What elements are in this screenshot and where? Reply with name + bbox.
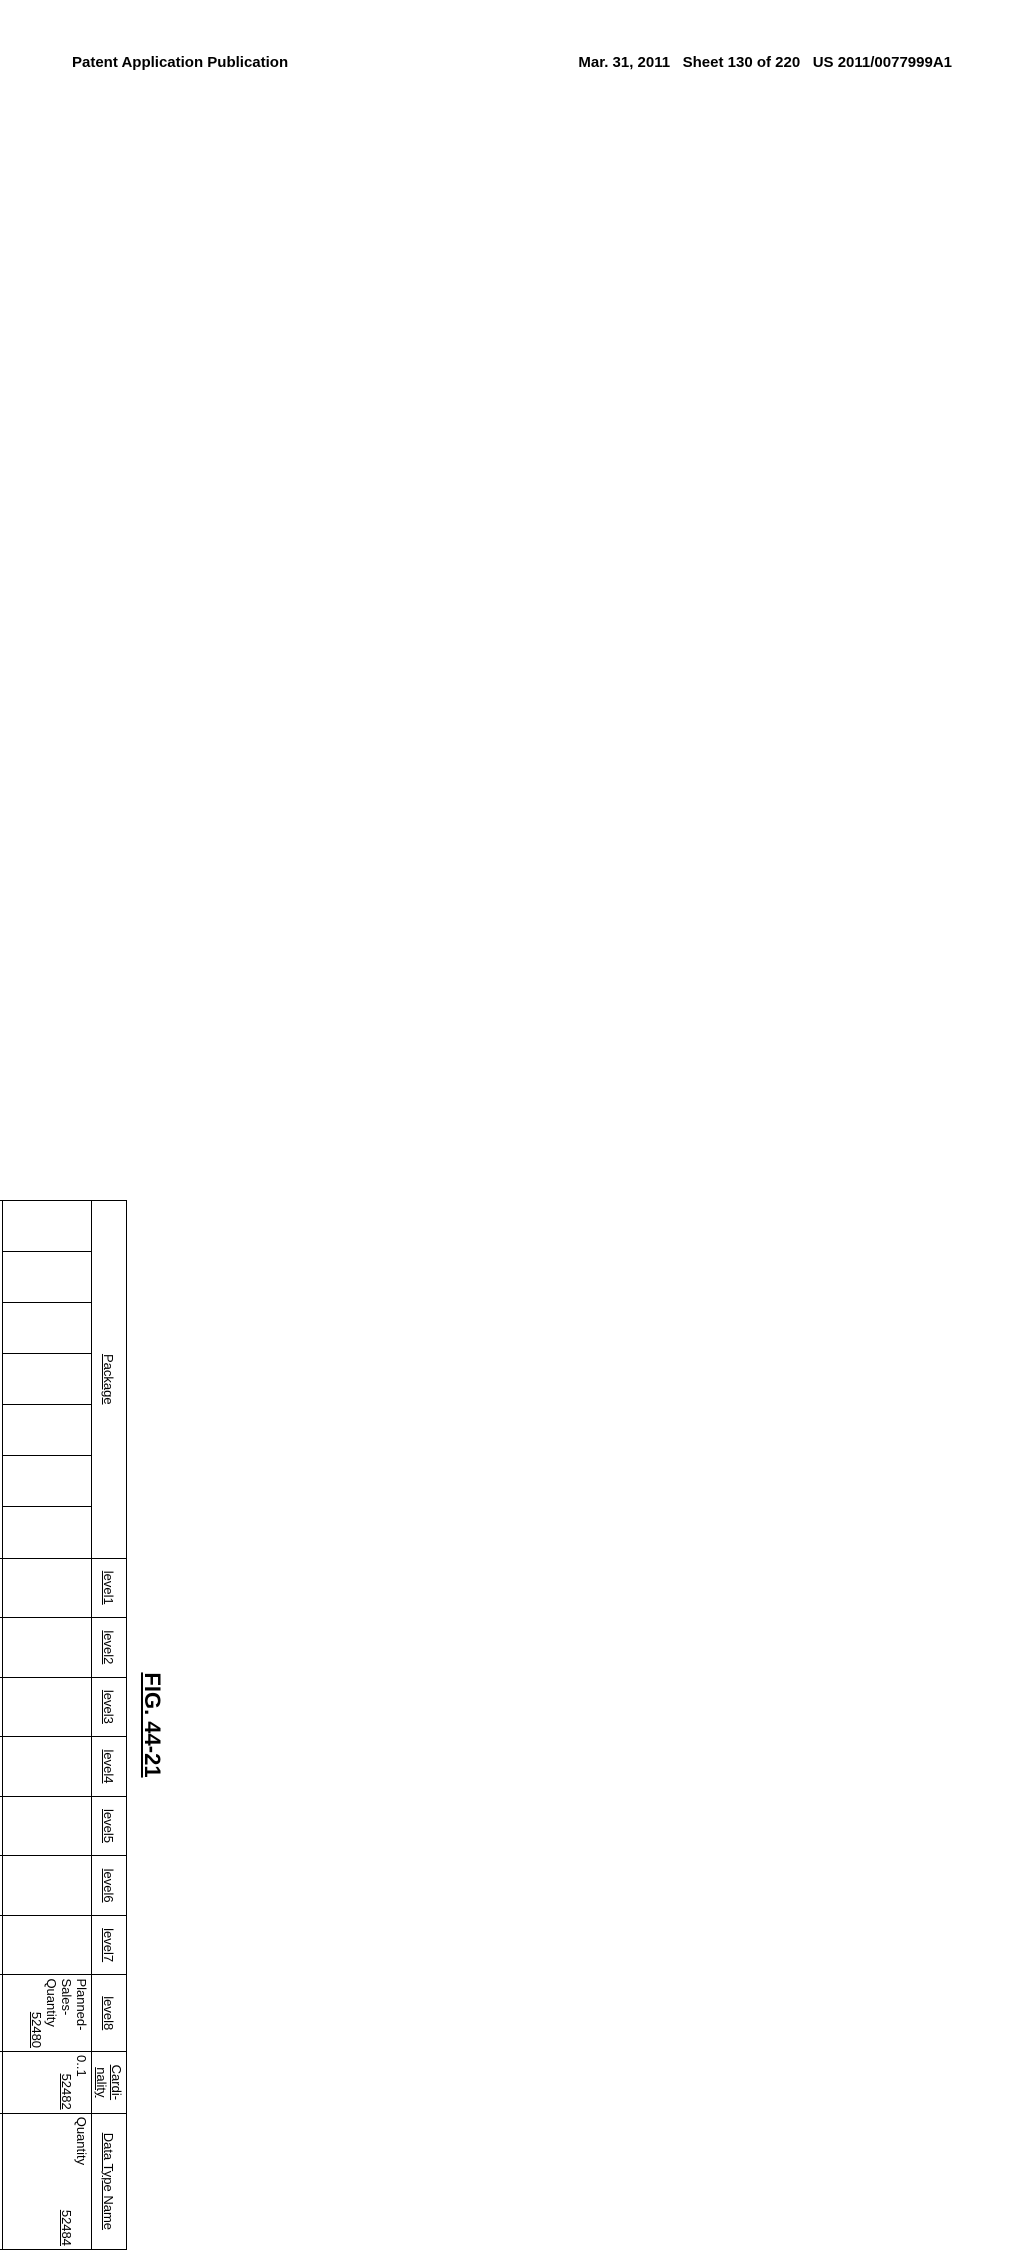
header-left: Patent Application Publication [72, 54, 288, 71]
package-cell [3, 1201, 92, 1252]
datatype-value: Quantity [74, 2117, 89, 2165]
header-pub: US 2011/0077999A1 [813, 54, 952, 71]
header-date: Mar. 31, 2011 [578, 54, 670, 71]
package-cell [3, 1456, 92, 1507]
col-level3: level3 [92, 1677, 127, 1737]
datatype-cell: Quantity52484 [3, 2113, 92, 2249]
package-cell [3, 1507, 92, 1558]
figure-label: FIG. 44-21 [139, 1200, 165, 2250]
level-cell [0, 1558, 3, 1618]
level-cell [3, 1558, 92, 1618]
level-cell [3, 1677, 92, 1737]
level-cell [3, 1915, 92, 1975]
level-cell [0, 1856, 3, 1916]
spec-table: Package level1 level2 level3 level4 leve… [0, 1200, 127, 2250]
level-cell [3, 1737, 92, 1797]
level-cell [0, 1796, 3, 1856]
col-level2: level2 [92, 1618, 127, 1678]
package-cell [3, 1252, 92, 1303]
cardinality-cell: 0..152482 [3, 2052, 92, 2114]
level-cell [0, 1975, 3, 2052]
level-cell: Planned­Sales­Quantity52480 [3, 1975, 92, 2052]
col-level6: level6 [92, 1856, 127, 1916]
package-cell [3, 1354, 92, 1405]
ref-num: 52482 [59, 2055, 74, 2110]
col-level1: level1 [92, 1558, 127, 1618]
col-datatype: Data Type Name [92, 2113, 127, 2249]
ref-num: 52480 [29, 1978, 44, 2048]
col-level7: level7 [92, 1915, 127, 1975]
cardinality-cell: 0..n52490 [0, 2052, 3, 2114]
level-cell [0, 1677, 3, 1737]
level-value: Planned­Sales­Quantity [44, 1978, 89, 2030]
level-cell [0, 1915, 3, 1975]
col-level4: level4 [92, 1737, 127, 1797]
col-package: Package [92, 1201, 127, 1559]
level-cell [3, 1856, 92, 1916]
table-row: Planned­Sales­Quantity524800..152482Quan… [3, 1201, 92, 2250]
header-right: Mar. 31, 2011 Sheet 130 of 220 US 2011/0… [578, 54, 952, 71]
col-level5: level5 [92, 1796, 127, 1856]
level-cell [0, 1618, 3, 1678]
package-cell [3, 1405, 92, 1456]
table-row: SalesPriceSpecification52486 SalesPri­ceS… [0, 1201, 3, 2250]
cardinality-value: 0..1 [74, 2055, 89, 2077]
col-level8: level8 [92, 1975, 127, 2052]
datatype-cell: <MT>OffrSlsPrS­pec52492 [0, 2113, 3, 2249]
level-cell: SalesPri­ceSpeci­fication52488 [0, 1737, 3, 1797]
col-cardinality: Cardi- nality [92, 2052, 127, 2114]
package-cell [3, 1303, 92, 1354]
header-sheet: Sheet 130 of 220 [683, 54, 801, 71]
level-cell [3, 1796, 92, 1856]
package-cell: SalesPriceSpecification52486 [0, 1201, 3, 1559]
ref-num: 52484 [59, 2117, 74, 2246]
level-cell [3, 1618, 92, 1678]
